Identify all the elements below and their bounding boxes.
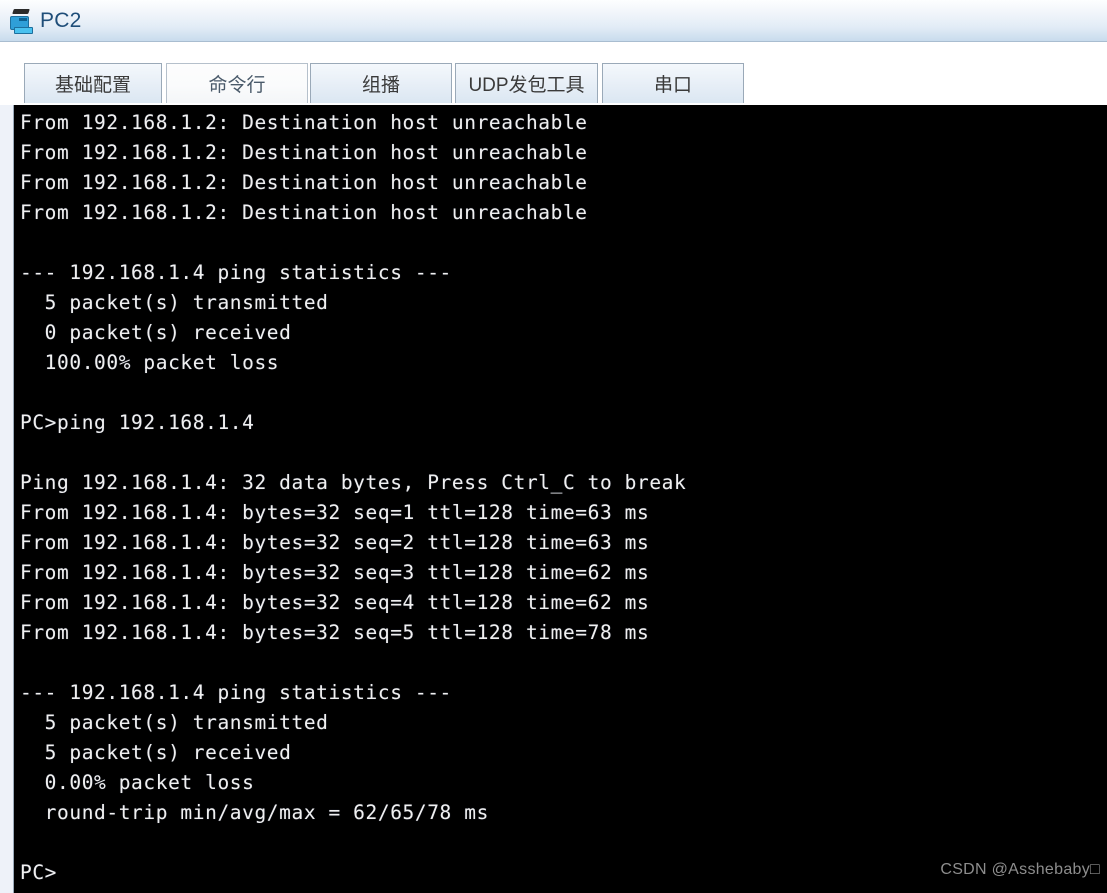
terminal-panel: From 192.168.1.2: Destination host unrea… (0, 105, 1107, 893)
pc-device-icon (8, 8, 34, 34)
tab-command-line[interactable]: 命令行 (166, 63, 308, 103)
tab-multicast[interactable]: 组播 (310, 63, 452, 103)
tab-basic-config-label: 基础配置 (54, 75, 131, 96)
tab-udp-packet-tool-label: UDP发包工具 (468, 75, 585, 96)
tab-basic-config[interactable]: 基础配置 (24, 63, 162, 103)
console-output-text: From 192.168.1.2: Destination host unrea… (20, 111, 687, 884)
csdn-watermark: CSDN @Asshebaby□ (940, 861, 1100, 878)
window-title: PC2 (40, 8, 82, 32)
tab-serial-port[interactable]: 串口 (602, 63, 744, 103)
terminal-left-gutter (0, 105, 14, 893)
tab-bar: 基础配置 命令行 组播 UDP发包工具 串口 (0, 43, 1107, 105)
window-title-bar: PC2 (0, 0, 1107, 42)
console-area[interactable]: From 192.168.1.2: Destination host unrea… (14, 105, 1107, 893)
pc2-device-window: PC2 基础配置 命令行 组播 UDP发包工具 串口 From 192.168.… (0, 0, 1107, 893)
tab-multicast-label: 组播 (361, 75, 400, 96)
tab-command-line-label: 命令行 (208, 75, 266, 96)
tab-udp-packet-tool[interactable]: UDP发包工具 (455, 63, 598, 103)
tab-serial-port-label: 串口 (653, 75, 692, 96)
